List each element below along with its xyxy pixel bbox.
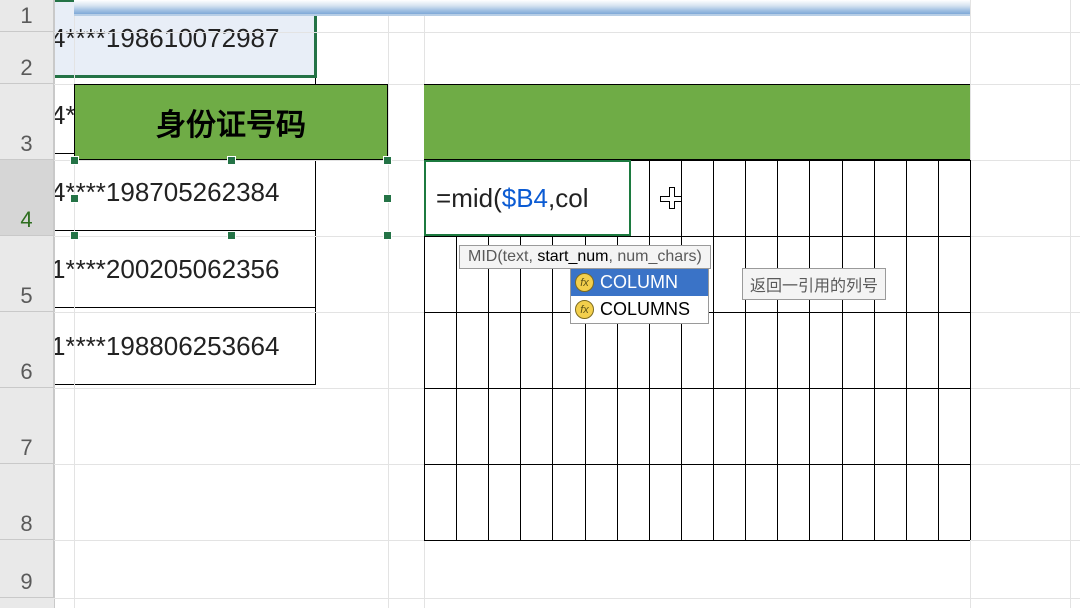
grid-row-border <box>424 236 970 237</box>
selection-handle[interactable] <box>70 156 79 165</box>
selection-handle[interactable] <box>227 231 236 240</box>
function-autocomplete-description: 返回一引用的列号 <box>742 268 886 300</box>
row-header-1[interactable]: 1 <box>0 0 54 32</box>
gridline <box>388 0 389 608</box>
tooltip-text: MID( <box>468 248 503 265</box>
grid-row-border <box>424 464 970 465</box>
grid-col-border <box>713 160 714 540</box>
tooltip-text: start_num <box>537 248 608 265</box>
tooltip-text: text <box>503 248 529 265</box>
row-header-4[interactable]: 4 <box>0 160 54 236</box>
selection-handle[interactable] <box>383 156 392 165</box>
function-autocomplete-popup[interactable]: fx COLUMN fx COLUMNS <box>570 268 709 324</box>
autocomplete-item-column[interactable]: fx COLUMN <box>571 269 708 296</box>
autocomplete-label: COLUMNS <box>600 299 690 320</box>
row-header-8[interactable]: 8 <box>0 464 54 540</box>
fx-icon: fx <box>575 300 594 319</box>
fx-icon: fx <box>575 273 594 292</box>
gridline <box>54 598 1080 599</box>
row-header-3[interactable]: 3 <box>0 84 54 160</box>
selection-handle[interactable] <box>227 156 236 165</box>
autocomplete-label: COLUMN <box>600 272 678 293</box>
grid-col-border <box>874 160 875 540</box>
selection-handle[interactable] <box>70 194 79 203</box>
gridline <box>1070 0 1071 608</box>
row-header-9[interactable]: 9 <box>0 540 54 598</box>
grid-col-border <box>842 160 843 540</box>
gridline <box>54 32 1080 33</box>
grid-row-border <box>424 540 970 541</box>
formula-cell-editing[interactable]: =mid($B4,col <box>424 160 631 236</box>
grid-col-border <box>938 160 939 540</box>
autocomplete-item-columns[interactable]: fx COLUMNS <box>571 296 708 323</box>
id-value: 34****198610072987 <box>37 23 280 54</box>
row-header-7[interactable]: 7 <box>0 388 54 464</box>
column-header-right[interactable] <box>424 84 970 160</box>
function-signature-tooltip: MID(text, start_num, num_chars) <box>459 245 711 269</box>
grid-col-border <box>906 160 907 540</box>
id-value: 31****198806253664 <box>37 331 280 362</box>
grid-col-border <box>681 160 682 540</box>
formula-segment: = <box>436 183 451 214</box>
column-header-id-number[interactable]: 身份证号码 <box>74 84 388 160</box>
formula-segment: col <box>555 183 588 214</box>
spreadsheet-viewport: 123456789 身份证号码 34****19861007298734****… <box>0 0 1080 608</box>
grid-col-border <box>649 160 650 540</box>
formula-segment: , <box>548 183 555 214</box>
row-header-5[interactable]: 5 <box>0 236 54 312</box>
row-header-2[interactable]: 2 <box>0 32 54 84</box>
grid-row-border <box>424 388 970 389</box>
grid-col-border <box>809 160 810 540</box>
formula-segment: mid( <box>451 183 502 214</box>
column-header-label: 身份证号码 <box>156 100 306 144</box>
grid-col-border <box>777 160 778 540</box>
row-header-6[interactable]: 6 <box>0 312 54 388</box>
selection-handle[interactable] <box>70 231 79 240</box>
selection-handle[interactable] <box>383 231 392 240</box>
header-banner <box>74 0 970 16</box>
tooltip-text: , num_chars) <box>608 248 701 265</box>
formula-segment: $B4 <box>502 183 548 214</box>
id-value: 31****200205062356 <box>37 254 280 285</box>
grid-col-border <box>970 160 971 540</box>
selection-handle[interactable] <box>383 194 392 203</box>
tooltip-text: , <box>528 248 537 265</box>
grid-col-border <box>745 160 746 540</box>
